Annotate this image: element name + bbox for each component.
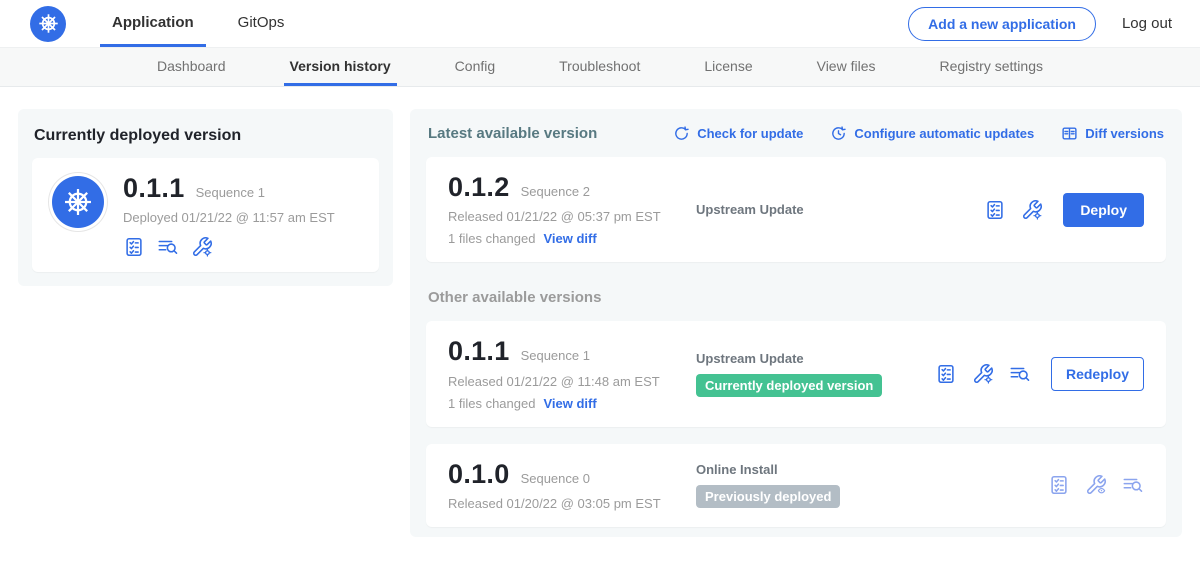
released-timestamp: Released 01/20/22 @ 03:05 pm EST xyxy=(448,496,696,511)
config-gear-icon[interactable] xyxy=(191,236,213,258)
view-diff-link[interactable]: View diff xyxy=(543,231,596,246)
config-gear-icon[interactable] xyxy=(1021,199,1043,221)
tab-registry-settings[interactable]: Registry settings xyxy=(934,48,1049,86)
preflight-checks-icon[interactable] xyxy=(1048,474,1070,496)
version-row-0-1-0: 0.1.0 Sequence 0 Released 01/20/22 @ 03:… xyxy=(426,444,1166,527)
previously-deployed-badge: Previously deployed xyxy=(696,485,840,508)
redeploy-button[interactable]: Redeploy xyxy=(1051,357,1144,391)
tab-troubleshoot[interactable]: Troubleshoot xyxy=(553,48,646,86)
preflight-checks-icon[interactable] xyxy=(984,199,1006,221)
header-right: Add a new application Log out xyxy=(908,0,1172,47)
sequence-label: Sequence 0 xyxy=(521,471,590,486)
deploy-button[interactable]: Deploy xyxy=(1063,193,1144,227)
version-row-0-1-1: 0.1.1 Sequence 1 Released 01/21/22 @ 11:… xyxy=(426,321,1166,426)
app-header: Application GitOps Add a new application… xyxy=(0,0,1200,47)
released-timestamp: Released 01/21/22 @ 05:37 pm EST xyxy=(448,209,696,224)
version-number: 0.1.0 xyxy=(448,460,510,488)
kubernetes-wheel-icon xyxy=(59,183,97,221)
main-content: Currently deployed version 0.1.1 xyxy=(0,87,1200,537)
sequence-label: Sequence 1 xyxy=(521,348,590,363)
header-tabs: Application GitOps xyxy=(100,0,316,47)
latest-available-title: Latest available version xyxy=(428,125,597,142)
version-row-0-1-2: 0.1.2 Sequence 2 Released 01/21/22 @ 05:… xyxy=(426,157,1166,262)
tab-gitops[interactable]: GitOps xyxy=(226,0,297,47)
deploy-logs-icon[interactable] xyxy=(1009,363,1031,385)
version-number: 0.1.1 xyxy=(448,337,510,365)
tab-config[interactable]: Config xyxy=(449,48,501,86)
view-diff-link[interactable]: View diff xyxy=(543,396,596,411)
tab-version-history[interactable]: Version history xyxy=(284,48,397,86)
deployed-timestamp: Deployed 01/21/22 @ 11:57 am EST xyxy=(123,210,335,225)
tab-application[interactable]: Application xyxy=(100,0,206,47)
preflight-checks-icon[interactable] xyxy=(935,363,957,385)
app-logo xyxy=(52,176,104,228)
schedule-update-icon xyxy=(830,125,847,142)
deploy-logs-icon[interactable] xyxy=(157,236,179,258)
check-for-update-link[interactable]: Check for update xyxy=(673,125,803,142)
config-view-icon[interactable] xyxy=(1085,474,1107,496)
currently-deployed-title: Currently deployed version xyxy=(34,127,377,145)
app-subnav: Dashboard Version history Config Trouble… xyxy=(0,47,1200,87)
current-sequence-label: Sequence 1 xyxy=(196,185,265,200)
diff-versions-link[interactable]: Diff versions xyxy=(1061,125,1164,142)
kubernetes-logo xyxy=(30,6,66,42)
preflight-checks-icon[interactable] xyxy=(123,236,145,258)
config-gear-icon[interactable] xyxy=(972,363,994,385)
deploy-logs-icon[interactable] xyxy=(1122,474,1144,496)
released-timestamp: Released 01/21/22 @ 11:48 am EST xyxy=(448,374,696,389)
version-history-panel: Latest available version Check for updat… xyxy=(410,109,1182,537)
other-versions-title: Other available versions xyxy=(428,289,1164,306)
currently-deployed-version-card: 0.1.1 Sequence 1 Deployed 01/21/22 @ 11:… xyxy=(32,158,379,272)
kubernetes-wheel-icon xyxy=(35,10,62,37)
tab-license[interactable]: License xyxy=(698,48,758,86)
version-source-label: Online Install xyxy=(696,462,1048,477)
tab-dashboard[interactable]: Dashboard xyxy=(151,48,232,86)
tab-view-files[interactable]: View files xyxy=(811,48,882,86)
currently-deployed-badge: Currently deployed version xyxy=(696,374,882,397)
refresh-icon xyxy=(673,125,690,142)
currently-deployed-card: Currently deployed version 0.1.1 xyxy=(18,109,393,286)
add-application-button[interactable]: Add a new application xyxy=(908,7,1096,41)
sequence-label: Sequence 2 xyxy=(521,184,590,199)
version-source-label: Upstream Update xyxy=(696,202,984,217)
configure-automatic-updates-link[interactable]: Configure automatic updates xyxy=(830,125,1034,142)
version-source-label: Upstream Update xyxy=(696,351,935,366)
current-version-number: 0.1.1 xyxy=(123,174,185,202)
version-number: 0.1.2 xyxy=(448,173,510,201)
files-changed-label: 1 files changed xyxy=(448,396,535,411)
files-changed-label: 1 files changed xyxy=(448,231,535,246)
diff-columns-icon xyxy=(1061,125,1078,142)
logout-button[interactable]: Log out xyxy=(1122,15,1172,32)
